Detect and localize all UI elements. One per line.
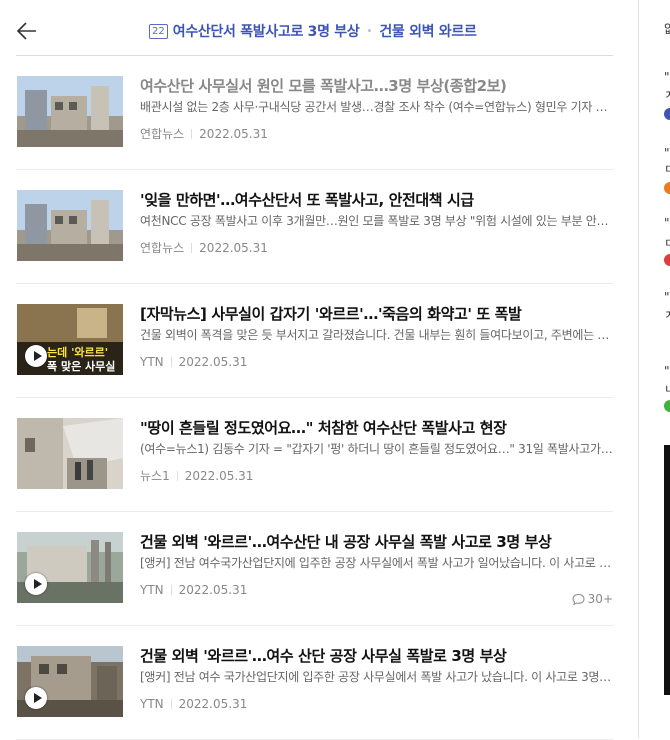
list-item[interactable]: 여수산단 사무실서 원인 모를 폭발사고…3명 부상(종합2보) 배관시설 없는… — [16, 56, 613, 170]
thumbnail-caption-line1: 는데 '와르르' — [47, 345, 108, 359]
article-date: 2022.05.31 — [178, 583, 248, 597]
article-title[interactable]: 건물 외벽 '와르르'…여수산단 내 공장 사무실 폭발 사고로 3명 부상 — [140, 532, 613, 552]
right-sidebar-text: " — [664, 216, 670, 230]
right-sidebar-text: " — [664, 364, 670, 378]
topic-separator: • — [366, 25, 373, 37]
right-sidebar-text: ㄷ — [664, 236, 670, 250]
article-title[interactable]: [자막뉴스] 사무실이 갑자기 '와르르'…'죽음의 화약고' 또 폭발 — [140, 304, 613, 324]
article-date: 2022.05.31 — [178, 697, 248, 711]
article-description[interactable]: (여수=뉴스1) 김동수 기자 = "갑자기 '펑' 하더니 땅이 흔들릴 정도… — [140, 441, 613, 458]
list-item[interactable]: "땅이 흔들릴 정도였어요…" 처참한 여수산단 폭발사고 현장 (여수=뉴스1… — [16, 398, 613, 512]
right-sidebar-text: " — [664, 290, 670, 304]
article-source: YTN — [140, 583, 164, 597]
right-sidebar-text: " — [664, 70, 670, 84]
article-date: 2022.05.31 — [199, 127, 268, 141]
meta-divider — [191, 243, 193, 253]
news-cluster-panel: 22 여수산단서 폭발사고로 3명 부상 • 건물 외벽 와르르 여수산단 사무… — [16, 0, 613, 740]
back-arrow-icon[interactable] — [16, 20, 38, 42]
article-source: YTN — [140, 355, 164, 369]
article-title[interactable]: '잊을 만하면'…여수산단서 또 폭발사고, 안전대책 시급 — [140, 190, 613, 210]
topic-title[interactable]: 여수산단서 폭발사고로 3명 부상 — [173, 21, 360, 41]
meta-divider — [176, 471, 178, 481]
article-source: YTN — [140, 697, 164, 711]
article-date: 2022.05.31 — [178, 355, 248, 369]
play-icon[interactable] — [25, 687, 47, 709]
comment-bubble-icon — [572, 593, 585, 606]
right-sidebar-text: ㄴ — [664, 382, 670, 396]
article-thumbnail[interactable]: 는데 '와르르' 폭 맞은 사무실 — [17, 304, 123, 375]
right-sidebar-text: ㅈ — [664, 88, 670, 102]
list-item[interactable]: '잊을 만하면'…여수산단서 또 폭발사고, 안전대책 시급 여천NCC 공장 … — [16, 170, 613, 284]
topic-subtitle[interactable]: 건물 외벽 와르르 — [379, 21, 477, 41]
article-count-badge: 22 — [149, 23, 168, 39]
comment-count[interactable]: 30+ — [572, 592, 613, 606]
article-title[interactable]: 여수산단 사무실서 원인 모를 폭발사고…3명 부상(종합2보) — [140, 76, 613, 96]
column-divider — [638, 0, 639, 738]
right-sidebar-text: " — [664, 146, 670, 160]
right-sidebar-text: ㄷ — [664, 162, 670, 176]
press-logo-icon — [664, 254, 670, 266]
play-icon[interactable] — [25, 573, 47, 595]
article-title[interactable]: "땅이 흔들릴 정도였어요…" 처참한 여수산단 폭발사고 현장 — [140, 418, 613, 438]
press-logo-icon — [664, 108, 670, 120]
article-description[interactable]: [앵커] 전남 여수 국가산업단지에 입주한 공장 사무실에서 폭발 사고가 났… — [140, 669, 613, 686]
right-sidebar-text: 없 — [664, 22, 670, 36]
meta-divider — [170, 357, 172, 367]
article-description[interactable]: [앵커] 전남 여수국가산업단지에 입주한 공장 사무실에서 폭발 사고가 일어… — [140, 555, 613, 572]
article-source: 뉴스1 — [140, 469, 170, 483]
topic-title-group: 22 여수산단서 폭발사고로 3명 부상 • 건물 외벽 와르르 — [149, 21, 477, 41]
article-date: 2022.05.31 — [184, 469, 254, 483]
right-sidebar-text: ㅈ — [664, 308, 670, 322]
article-thumbnail[interactable] — [17, 532, 123, 603]
ad-banner[interactable] — [664, 445, 670, 695]
thumbnail-caption-line2: 폭 맞은 사무실 — [47, 359, 115, 373]
play-icon[interactable] — [25, 345, 47, 367]
article-date: 2022.05.31 — [199, 241, 268, 255]
article-description[interactable]: 여천NCC 공장 폭발사고 이후 3개월만…원인 모를 폭발로 3명 부상 "위… — [140, 213, 613, 230]
article-description[interactable]: 건물 외벽이 폭격을 맞은 듯 부서지고 갈라졌습니다. 건물 내부는 훤히 들… — [140, 327, 613, 344]
press-logo-icon — [664, 182, 670, 194]
topic-header: 22 여수산단서 폭발사고로 3명 부상 • 건물 외벽 와르르 — [16, 0, 613, 56]
article-description[interactable]: 배관시설 없는 2층 사무·구내식당 공간서 발생…경찰 조사 착수 (여수=연… — [140, 99, 613, 116]
press-logo-icon — [664, 400, 670, 412]
right-sidebar: 없 " ㅈ " ㄷ " ㄷ " ㅈ " ㄴ — [664, 0, 670, 738]
article-thumbnail[interactable] — [17, 76, 123, 147]
article-title[interactable]: 건물 외벽 '와르르'…여수 산단 공장 사무실 폭발로 3명 부상 — [140, 646, 613, 666]
meta-divider — [170, 699, 172, 709]
list-item[interactable]: 건물 외벽 '와르르'…여수 산단 공장 사무실 폭발로 3명 부상 [앵커] … — [16, 626, 613, 740]
list-item[interactable]: 는데 '와르르' 폭 맞은 사무실 [자막뉴스] 사무실이 갑자기 '와르르'…… — [16, 284, 613, 398]
meta-divider — [191, 129, 193, 139]
article-source: 연합뉴스 — [140, 241, 185, 255]
article-source: 연합뉴스 — [140, 127, 185, 141]
list-item[interactable]: 건물 외벽 '와르르'…여수산단 내 공장 사무실 폭발 사고로 3명 부상 [… — [16, 512, 613, 626]
comment-count-label: 30+ — [587, 592, 613, 606]
article-thumbnail[interactable] — [17, 646, 123, 717]
article-thumbnail[interactable] — [17, 418, 123, 489]
article-thumbnail[interactable] — [17, 190, 123, 261]
meta-divider — [170, 585, 172, 595]
